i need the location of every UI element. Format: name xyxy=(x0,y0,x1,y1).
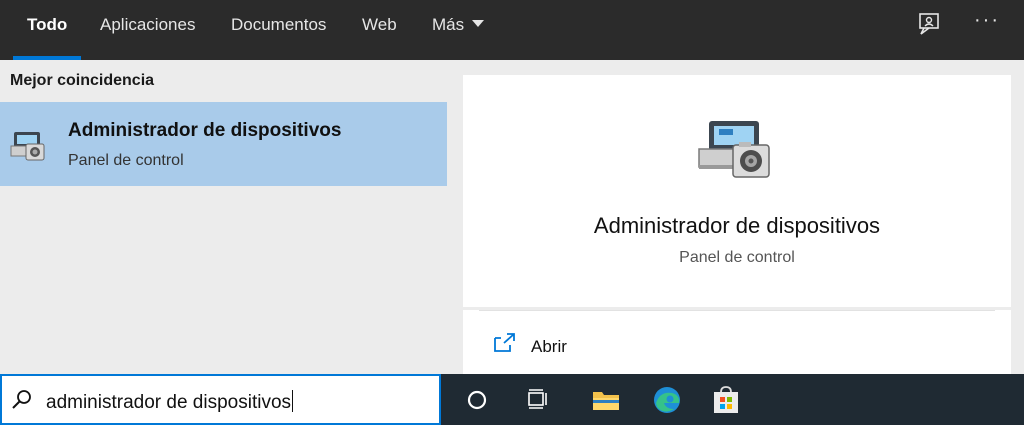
file-explorer-icon[interactable] xyxy=(589,383,623,417)
more-options-icon[interactable]: ··· xyxy=(974,9,1000,32)
cortana-icon[interactable] xyxy=(460,383,494,417)
tab-label: Aplicaciones xyxy=(100,15,196,34)
best-match-result[interactable]: Administrador de dispositivos Panel de c… xyxy=(0,102,447,186)
detail-card: Administrador de dispositivos Panel de c… xyxy=(463,75,1011,307)
divider xyxy=(479,310,995,311)
feedback-icon[interactable] xyxy=(917,12,943,38)
device-manager-icon xyxy=(10,132,45,161)
detail-subtitle: Panel de control xyxy=(679,249,795,266)
search-scope-bar: Todo Aplicaciones Documentos Web Más ··· xyxy=(0,0,1024,60)
text-cursor xyxy=(292,390,294,412)
section-title: Mejor coincidencia xyxy=(10,72,155,89)
task-view-icon[interactable] xyxy=(521,383,555,417)
store-icon[interactable] xyxy=(709,383,743,417)
device-manager-icon xyxy=(698,121,770,178)
tab-web[interactable]: Web xyxy=(362,0,397,60)
tab-aplicaciones[interactable]: Aplicaciones xyxy=(100,0,195,60)
tab-mas[interactable]: Más xyxy=(432,0,485,60)
chevron-down-icon xyxy=(472,20,485,27)
tab-label: Más xyxy=(432,15,465,34)
open-label: Abrir xyxy=(531,337,567,356)
open-icon xyxy=(494,333,515,352)
actions-list: Abrir xyxy=(463,310,1011,374)
results-panel: Mejor coincidencia Administrador de disp… xyxy=(0,60,447,374)
tab-label: Todo xyxy=(27,15,68,34)
tab-label: Web xyxy=(362,15,397,34)
tab-label: Documentos xyxy=(231,15,327,34)
result-title: Administrador de dispositivos xyxy=(68,120,342,141)
search-icon xyxy=(12,390,31,409)
result-subtitle: Panel de control xyxy=(68,152,184,169)
search-input[interactable]: administrador de dispositivos xyxy=(0,374,441,425)
detail-title: Administrador de dispositivos xyxy=(593,213,881,238)
edge-icon[interactable] xyxy=(650,383,684,417)
tab-todo[interactable]: Todo xyxy=(13,0,82,60)
taskbar xyxy=(441,374,1024,425)
tab-documentos[interactable]: Documentos xyxy=(231,0,326,60)
search-query: administrador de dispositivos xyxy=(46,392,292,413)
